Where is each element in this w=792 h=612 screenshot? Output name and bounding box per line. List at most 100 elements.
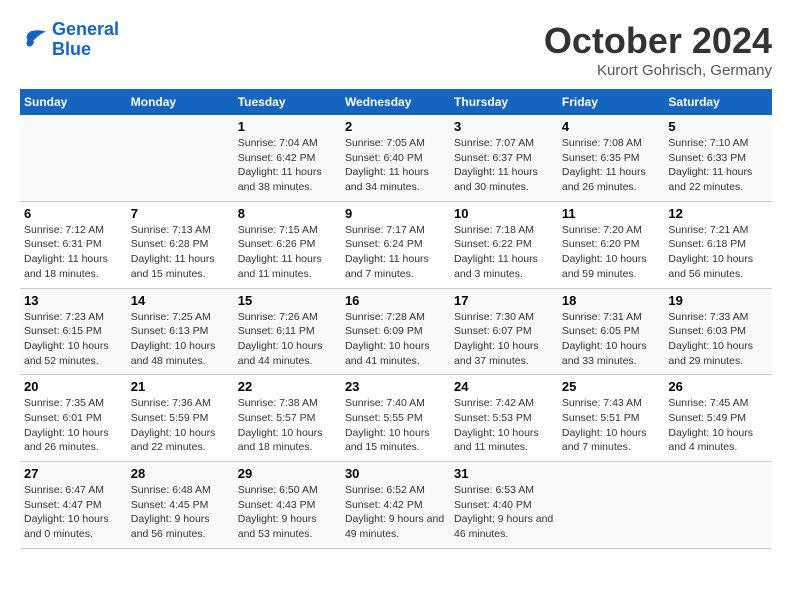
logo-icon <box>20 26 48 54</box>
daylight-text: Daylight: 10 hours and 48 minutes. <box>131 340 216 367</box>
day-number: 20 <box>24 379 123 394</box>
daylight-text: Daylight: 10 hours and 41 minutes. <box>345 340 430 367</box>
sunset-text: Sunset: 6:03 PM <box>668 325 746 337</box>
daylight-text: Daylight: 10 hours and 59 minutes. <box>562 253 647 280</box>
daylight-text: Daylight: 11 hours and 30 minutes. <box>454 166 538 193</box>
sunrise-text: Sunrise: 6:48 AM <box>131 484 211 496</box>
daylight-text: Daylight: 10 hours and 52 minutes. <box>24 340 109 367</box>
day-number: 11 <box>562 206 661 221</box>
day-number: 13 <box>24 293 123 308</box>
daylight-text: Daylight: 11 hours and 3 minutes. <box>454 253 538 280</box>
calendar-cell: 14 Sunrise: 7:25 AM Sunset: 6:13 PM Dayl… <box>127 288 234 375</box>
sunrise-text: Sunrise: 7:30 AM <box>454 311 534 323</box>
daylight-text: Daylight: 11 hours and 38 minutes. <box>238 166 322 193</box>
sunset-text: Sunset: 5:51 PM <box>562 412 640 424</box>
sunrise-text: Sunrise: 7:10 AM <box>668 137 748 149</box>
calendar-cell: 19 Sunrise: 7:33 AM Sunset: 6:03 PM Dayl… <box>664 288 772 375</box>
day-number: 15 <box>238 293 337 308</box>
day-number: 3 <box>454 119 554 134</box>
calendar-cell: 24 Sunrise: 7:42 AM Sunset: 5:53 PM Dayl… <box>450 375 558 462</box>
day-number: 16 <box>345 293 446 308</box>
sunset-text: Sunset: 6:31 PM <box>24 238 102 250</box>
week-row-3: 13 Sunrise: 7:23 AM Sunset: 6:15 PM Dayl… <box>20 288 772 375</box>
day-number: 12 <box>668 206 768 221</box>
calendar-cell: 23 Sunrise: 7:40 AM Sunset: 5:55 PM Dayl… <box>341 375 450 462</box>
calendar-table: SundayMondayTuesdayWednesdayThursdayFrid… <box>20 89 772 549</box>
week-row-2: 6 Sunrise: 7:12 AM Sunset: 6:31 PM Dayli… <box>20 201 772 288</box>
sunrise-text: Sunrise: 6:52 AM <box>345 484 425 496</box>
sunrise-text: Sunrise: 7:43 AM <box>562 397 642 409</box>
sunset-text: Sunset: 6:40 PM <box>345 152 423 164</box>
daylight-text: Daylight: 10 hours and 4 minutes. <box>668 427 753 454</box>
sunrise-text: Sunrise: 7:31 AM <box>562 311 642 323</box>
location: Kurort Gohrisch, Germany <box>544 62 772 79</box>
weekday-header-row: SundayMondayTuesdayWednesdayThursdayFrid… <box>20 89 772 115</box>
calendar-cell: 28 Sunrise: 6:48 AM Sunset: 4:45 PM Dayl… <box>127 462 234 549</box>
sunrise-text: Sunrise: 7:25 AM <box>131 311 211 323</box>
sunrise-text: Sunrise: 7:38 AM <box>238 397 318 409</box>
calendar-cell: 30 Sunrise: 6:52 AM Sunset: 4:42 PM Dayl… <box>341 462 450 549</box>
sunrise-text: Sunrise: 7:04 AM <box>238 137 318 149</box>
calendar-cell: 8 Sunrise: 7:15 AM Sunset: 6:26 PM Dayli… <box>234 201 341 288</box>
sunset-text: Sunset: 4:40 PM <box>454 499 532 511</box>
day-number: 31 <box>454 466 554 481</box>
calendar-cell: 6 Sunrise: 7:12 AM Sunset: 6:31 PM Dayli… <box>20 201 127 288</box>
calendar-cell: 10 Sunrise: 7:18 AM Sunset: 6:22 PM Dayl… <box>450 201 558 288</box>
daylight-text: Daylight: 11 hours and 18 minutes. <box>24 253 108 280</box>
sunset-text: Sunset: 4:43 PM <box>238 499 316 511</box>
sunset-text: Sunset: 6:24 PM <box>345 238 423 250</box>
day-number: 14 <box>131 293 230 308</box>
daylight-text: Daylight: 10 hours and 44 minutes. <box>238 340 323 367</box>
day-number: 19 <box>668 293 768 308</box>
sunrise-text: Sunrise: 7:08 AM <box>562 137 642 149</box>
weekday-header-monday: Monday <box>127 89 234 115</box>
calendar-cell <box>20 115 127 201</box>
daylight-text: Daylight: 11 hours and 7 minutes. <box>345 253 429 280</box>
sunset-text: Sunset: 6:42 PM <box>238 152 316 164</box>
day-number: 30 <box>345 466 446 481</box>
calendar-cell <box>127 115 234 201</box>
sunrise-text: Sunrise: 7:28 AM <box>345 311 425 323</box>
calendar-cell: 16 Sunrise: 7:28 AM Sunset: 6:09 PM Dayl… <box>341 288 450 375</box>
sunset-text: Sunset: 6:22 PM <box>454 238 532 250</box>
sunrise-text: Sunrise: 7:35 AM <box>24 397 104 409</box>
day-number: 28 <box>131 466 230 481</box>
calendar-cell: 25 Sunrise: 7:43 AM Sunset: 5:51 PM Dayl… <box>558 375 665 462</box>
sunrise-text: Sunrise: 7:42 AM <box>454 397 534 409</box>
day-number: 1 <box>238 119 337 134</box>
calendar-cell: 18 Sunrise: 7:31 AM Sunset: 6:05 PM Dayl… <box>558 288 665 375</box>
weekday-header-wednesday: Wednesday <box>341 89 450 115</box>
sunset-text: Sunset: 6:05 PM <box>562 325 640 337</box>
daylight-text: Daylight: 10 hours and 56 minutes. <box>668 253 753 280</box>
sunset-text: Sunset: 6:37 PM <box>454 152 532 164</box>
sunrise-text: Sunrise: 7:45 AM <box>668 397 748 409</box>
sunrise-text: Sunrise: 7:26 AM <box>238 311 318 323</box>
calendar-cell: 11 Sunrise: 7:20 AM Sunset: 6:20 PM Dayl… <box>558 201 665 288</box>
day-number: 8 <box>238 206 337 221</box>
day-number: 23 <box>345 379 446 394</box>
weekday-header-tuesday: Tuesday <box>234 89 341 115</box>
daylight-text: Daylight: 11 hours and 11 minutes. <box>238 253 322 280</box>
calendar-cell: 5 Sunrise: 7:10 AM Sunset: 6:33 PM Dayli… <box>664 115 772 201</box>
sunrise-text: Sunrise: 7:07 AM <box>454 137 534 149</box>
daylight-text: Daylight: 10 hours and 26 minutes. <box>24 427 109 454</box>
sunrise-text: Sunrise: 7:18 AM <box>454 224 534 236</box>
day-number: 10 <box>454 206 554 221</box>
calendar-cell: 27 Sunrise: 6:47 AM Sunset: 4:47 PM Dayl… <box>20 462 127 549</box>
sunset-text: Sunset: 6:01 PM <box>24 412 102 424</box>
day-number: 9 <box>345 206 446 221</box>
sunrise-text: Sunrise: 7:20 AM <box>562 224 642 236</box>
page-header: General Blue October 2024 Kurort Gohrisc… <box>20 20 772 79</box>
daylight-text: Daylight: 10 hours and 33 minutes. <box>562 340 647 367</box>
day-number: 21 <box>131 379 230 394</box>
sunrise-text: Sunrise: 6:53 AM <box>454 484 534 496</box>
daylight-text: Daylight: 10 hours and 7 minutes. <box>562 427 647 454</box>
weekday-header-sunday: Sunday <box>20 89 127 115</box>
sunset-text: Sunset: 5:49 PM <box>668 412 746 424</box>
sunset-text: Sunset: 5:57 PM <box>238 412 316 424</box>
calendar-cell: 17 Sunrise: 7:30 AM Sunset: 6:07 PM Dayl… <box>450 288 558 375</box>
title-block: October 2024 Kurort Gohrisch, Germany <box>544 20 772 79</box>
daylight-text: Daylight: 11 hours and 15 minutes. <box>131 253 215 280</box>
sunset-text: Sunset: 6:18 PM <box>668 238 746 250</box>
daylight-text: Daylight: 11 hours and 22 minutes. <box>668 166 752 193</box>
